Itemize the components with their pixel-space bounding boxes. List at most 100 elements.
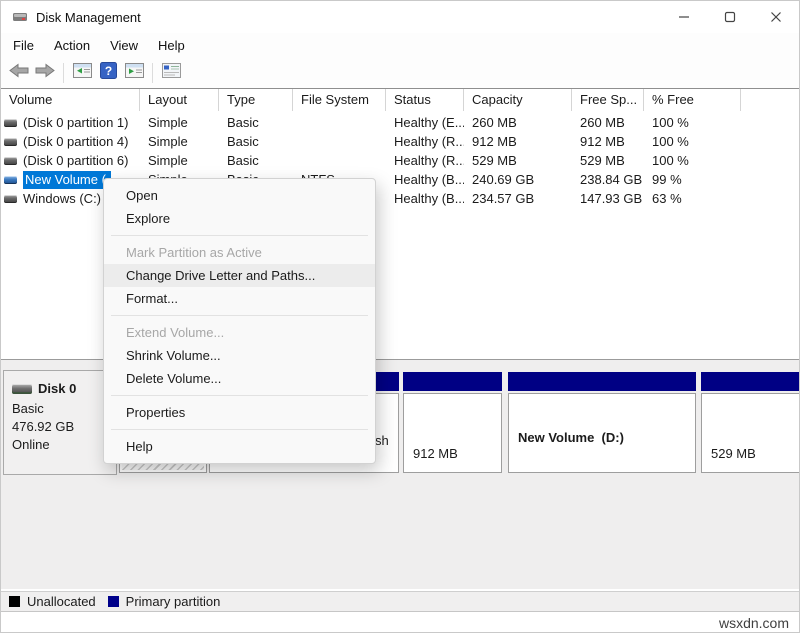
cell-layout: Simple <box>148 134 188 149</box>
menu-help[interactable]: Help <box>148 35 195 56</box>
volume-name: (Disk 0 partition 6) <box>23 153 129 168</box>
cell-free-space: 147.93 GB <box>580 191 643 206</box>
help-icon: ? <box>99 61 117 84</box>
volume-name: (Disk 0 partition 1) <box>23 115 129 130</box>
toolbar: ? <box>1 57 799 89</box>
hdd-icon <box>4 156 17 165</box>
column-header-free-space[interactable]: Free Sp... <box>572 89 644 111</box>
back-arrow-icon <box>9 63 29 83</box>
primary-partition-color-swatch <box>107 596 119 607</box>
cell-free-space: 238.84 GB <box>580 172 643 187</box>
partition-title: New Volume (D:) <box>518 430 624 445</box>
menu-item-open[interactable]: Open <box>104 184 375 207</box>
menu-view[interactable]: View <box>100 35 148 56</box>
cell-pct-free: 100 % <box>652 115 689 130</box>
watermark: wsxdn.com <box>718 615 789 631</box>
cell-pct-free: 100 % <box>652 134 689 149</box>
partition-bar <box>403 372 502 391</box>
menu-item-help[interactable]: Help <box>104 435 375 458</box>
close-button[interactable] <box>753 1 799 33</box>
menu-item-explore[interactable]: Explore <box>104 207 375 230</box>
cell-pct-free: 99 % <box>652 172 682 187</box>
menu-file[interactable]: File <box>3 35 44 56</box>
disk-name: Disk 0 <box>38 381 77 396</box>
menu-item-shrink-volume[interactable]: Shrink Volume... <box>104 344 375 367</box>
disk-type: Basic <box>12 401 44 416</box>
forward-button[interactable] <box>32 61 58 85</box>
legend-bar: Unallocated Primary partition <box>1 591 799 612</box>
column-header-file-system[interactable]: File System <box>293 89 386 111</box>
minimize-button[interactable] <box>661 1 707 33</box>
cell-status: Healthy (B... <box>394 191 464 206</box>
action-pane-button[interactable] <box>121 61 147 85</box>
cell-type: Basic <box>227 134 259 149</box>
disk0-panel[interactable]: Disk 0 Basic 476.92 GB Online <box>3 370 117 475</box>
toolbar-separator <box>63 62 64 83</box>
maximize-button[interactable] <box>707 1 753 33</box>
disk-size: 476.92 GB <box>12 419 75 434</box>
cell-free-space: 912 MB <box>580 134 625 149</box>
properties-view-button[interactable] <box>158 61 184 85</box>
cell-capacity: 234.57 GB <box>472 191 535 206</box>
menu-separator <box>111 235 368 236</box>
legend-primary-partition-label: Primary partition <box>125 594 221 609</box>
partition-body: 912 MB Healthy (Recove <box>403 393 502 473</box>
properties-view-icon <box>161 62 181 83</box>
cell-status: Healthy (R... <box>394 134 464 149</box>
disk-management-window: Disk Management File Action View Help ? … <box>0 0 800 633</box>
back-button[interactable] <box>6 61 32 85</box>
volume-row-partition-6[interactable]: (Disk 0 partition 6) Simple Basic Health… <box>1 151 799 170</box>
cell-capacity: 912 MB <box>472 134 517 149</box>
partition-block-new-volume[interactable]: New Volume (D:) 240.69 GB NTFS Healthy (… <box>508 372 696 473</box>
volume-row-partition-1[interactable]: (Disk 0 partition 1) Simple Basic Health… <box>1 113 799 132</box>
menu-item-mark-partition-active: Mark Partition as Active <box>126 245 262 260</box>
volume-name: (Disk 0 partition 4) <box>23 134 129 149</box>
hdd-icon <box>4 175 17 184</box>
legend-unallocated-label: Unallocated <box>27 594 96 609</box>
window-controls <box>661 1 799 33</box>
window-title: Disk Management <box>36 9 141 25</box>
help-button[interactable]: ? <box>95 61 121 85</box>
menu-item-properties[interactable]: Properties <box>104 401 375 424</box>
partition-size: 912 MB <box>413 446 458 461</box>
cell-layout: Simple <box>148 153 188 168</box>
partition-block-912mb[interactable]: 912 MB Healthy (Recove <box>403 372 502 473</box>
forward-arrow-icon <box>35 63 55 83</box>
cell-free-space: 529 MB <box>580 153 625 168</box>
column-header-type[interactable]: Type <box>219 89 293 111</box>
partition-body: 529 MB Healthy (Recov <box>701 393 799 473</box>
volume-row-partition-4[interactable]: (Disk 0 partition 4) Simple Basic Health… <box>1 132 799 151</box>
context-menu: Open Explore Mark Partition as Active Ch… <box>103 178 376 464</box>
console-tree-button[interactable] <box>69 61 95 85</box>
column-header-volume[interactable]: Volume <box>1 89 140 111</box>
disk-management-app-icon <box>12 10 28 24</box>
partition-block-529mb[interactable]: 529 MB Healthy (Recov <box>701 372 799 473</box>
menu-separator <box>111 429 368 430</box>
menu-item-change-drive-letter[interactable]: Change Drive Letter and Paths... <box>104 264 375 287</box>
toolbar-separator <box>152 62 153 83</box>
column-header-capacity[interactable]: Capacity <box>464 89 572 111</box>
partition-body: New Volume (D:) 240.69 GB NTFS Healthy (… <box>508 393 696 473</box>
cell-pct-free: 100 % <box>652 153 689 168</box>
column-header-status[interactable]: Status <box>386 89 464 111</box>
menu-separator <box>111 395 368 396</box>
menu-item-extend-volume: Extend Volume... <box>126 325 225 340</box>
hdd-icon <box>4 137 17 146</box>
column-header-pct-free[interactable]: % Free <box>644 89 741 111</box>
partition-size: 529 MB <box>711 446 756 461</box>
title-bar: Disk Management <box>1 1 799 33</box>
cell-layout: Simple <box>148 115 188 130</box>
cell-status: Healthy (R... <box>394 153 464 168</box>
cell-status: Healthy (B... <box>394 172 464 187</box>
menu-action[interactable]: Action <box>44 35 100 56</box>
menu-item-delete-volume[interactable]: Delete Volume... <box>104 367 375 390</box>
menu-item-format[interactable]: Format... <box>104 287 375 310</box>
cell-capacity: 529 MB <box>472 153 517 168</box>
column-header-layout[interactable]: Layout <box>140 89 219 111</box>
console-tree-icon <box>72 62 92 83</box>
cell-type: Basic <box>227 153 259 168</box>
menu-separator <box>111 315 368 316</box>
partition-bar <box>701 372 799 391</box>
footer: wsxdn.com <box>1 612 799 632</box>
svg-text:?: ? <box>104 64 111 78</box>
